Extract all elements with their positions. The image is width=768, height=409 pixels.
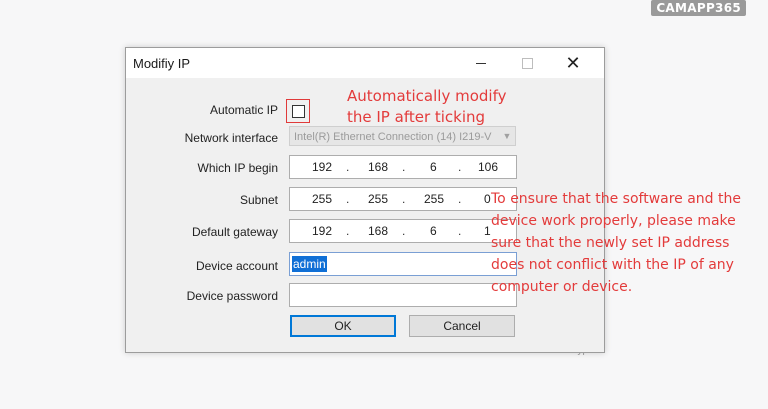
- ip-octet: 6: [430, 224, 437, 238]
- cancel-button[interactable]: Cancel: [409, 315, 515, 337]
- ip-octet: 192: [312, 224, 333, 238]
- device-account-label: Device account: [195, 259, 278, 273]
- network-interface-value: Intel(R) Ethernet Connection (14) I219-V: [294, 131, 492, 143]
- automatic-ip-checkbox[interactable]: [292, 105, 305, 118]
- ip-octet: 168: [368, 224, 389, 238]
- ip-octet: 168: [368, 160, 389, 174]
- device-account-input[interactable]: admin: [289, 252, 517, 276]
- ip-dot: .: [402, 192, 406, 206]
- network-interface-select[interactable]: Intel(R) Ethernet Connection (14) I219-V…: [289, 126, 516, 146]
- minimize-button[interactable]: [458, 48, 504, 78]
- maximize-button[interactable]: [504, 48, 550, 78]
- dialog-titlebar: Modifiy IP ✕: [126, 48, 604, 78]
- network-interface-label: Network interface: [184, 131, 278, 145]
- which-ip-input[interactable]: 192 . 168 . 6 . 106: [289, 155, 517, 179]
- ip-octet: 1: [484, 224, 491, 238]
- ip-conflict-annotation: To ensure that the software and the devi…: [491, 191, 741, 295]
- maximize-icon: [522, 58, 533, 69]
- ip-octet: 255: [424, 192, 445, 206]
- device-password-label: Device password: [186, 289, 278, 303]
- ok-button[interactable]: OK: [290, 315, 396, 337]
- ip-octet: 106: [478, 160, 499, 174]
- device-account-value: admin: [292, 256, 327, 272]
- ip-octet: 6: [430, 160, 437, 174]
- ip-dot: .: [458, 160, 462, 174]
- subnet-input[interactable]: 255 . 255 . 255 . 0: [289, 187, 517, 211]
- which-ip-label: Which IP begin: [197, 161, 279, 175]
- ip-dot: .: [346, 224, 350, 238]
- minimize-icon: [476, 63, 486, 64]
- ip-dot: .: [346, 160, 350, 174]
- ip-dot: .: [402, 160, 406, 174]
- camapp365-watermark: CAMAPP365: [651, 0, 746, 16]
- ip-dot: .: [458, 224, 462, 238]
- chevron-down-icon: ▼: [499, 127, 515, 145]
- close-icon: ✕: [565, 53, 581, 73]
- ip-octet: 192: [312, 160, 333, 174]
- automatic-ip-label: Automatic IP: [209, 103, 278, 117]
- default-gateway-input[interactable]: 192 . 168 . 6 . 1: [289, 219, 517, 243]
- ip-dot: .: [458, 192, 462, 206]
- ip-octet: 255: [312, 192, 333, 206]
- auto-ip-annotation: Automatically modify the IP after tickin…: [347, 87, 507, 126]
- ip-dot: .: [346, 192, 350, 206]
- device-password-input[interactable]: [289, 283, 517, 307]
- subnet-label: Subnet: [239, 193, 278, 207]
- ip-octet: 0: [484, 192, 491, 206]
- ip-octet: 255: [368, 192, 389, 206]
- default-gateway-label: Default gateway: [191, 225, 278, 239]
- ip-dot: .: [402, 224, 406, 238]
- dialog-title: Modifiy IP: [133, 56, 191, 71]
- close-button[interactable]: ✕: [550, 48, 596, 78]
